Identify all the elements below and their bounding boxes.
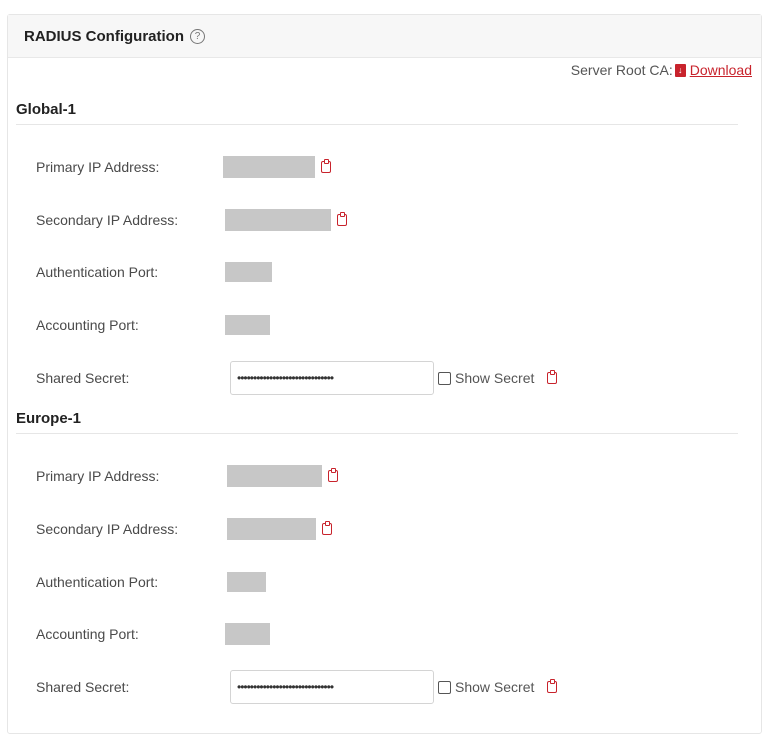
shared-secret-row: Shared Secret: Show Secret — [36, 670, 558, 704]
show-secret-toggle[interactable]: Show Secret — [438, 679, 534, 695]
show-secret-checkbox[interactable] — [438, 371, 451, 385]
shared-secret-input[interactable] — [230, 361, 434, 395]
help-circle-icon[interactable]: ? — [189, 28, 205, 44]
panel-title: RADIUS Configuration — [24, 27, 184, 45]
server-root-ca: Server Root CA: ↓ Download — [571, 62, 752, 78]
primary-ip-value — [223, 156, 315, 178]
secondary-ip-value — [227, 518, 316, 540]
secondary-ip-value — [225, 209, 331, 231]
download-link[interactable]: Download — [690, 62, 752, 78]
primary-ip-row: Primary IP Address: — [36, 464, 338, 488]
primary-ip-value — [227, 465, 322, 487]
shared-secret-label: Shared Secret: — [36, 370, 130, 386]
section-global-1: Global-1 — [16, 101, 738, 125]
copy-clipboard-icon[interactable] — [322, 521, 332, 535]
secondary-ip-label: Secondary IP Address: — [36, 521, 179, 537]
copy-clipboard-icon[interactable] — [321, 159, 331, 173]
copy-clipboard-icon[interactable] — [328, 468, 338, 482]
pdf-file-icon: ↓ — [674, 63, 686, 77]
auth-port-label: Authentication Port: — [36, 264, 159, 280]
primary-ip-label: Primary IP Address: — [36, 468, 160, 484]
shared-secret-label: Shared Secret: — [36, 679, 130, 695]
acct-port-row: Accounting Port: — [36, 313, 270, 337]
shared-secret-row: Shared Secret: Show Secret — [36, 361, 558, 395]
acct-port-label: Accounting Port: — [36, 626, 139, 642]
show-secret-checkbox[interactable] — [438, 680, 451, 694]
panel-header: RADIUS Configuration ? — [8, 15, 761, 58]
shared-secret-input[interactable] — [230, 670, 434, 704]
acct-port-value — [225, 623, 270, 645]
acct-port-label: Accounting Port: — [36, 317, 139, 333]
auth-port-label: Authentication Port: — [36, 574, 159, 590]
copy-clipboard-icon[interactable] — [337, 212, 347, 226]
acct-port-row: Accounting Port: — [36, 622, 270, 646]
show-secret-label: Show Secret — [455, 679, 535, 695]
secondary-ip-row: Secondary IP Address: — [36, 208, 347, 232]
section-title: Global-1 — [16, 101, 738, 125]
copy-clipboard-icon[interactable] — [547, 679, 558, 693]
section-europe-1: Europe-1 — [16, 410, 738, 434]
show-secret-label: Show Secret — [455, 370, 535, 386]
root-ca-label: Server Root CA: — [570, 62, 673, 78]
copy-clipboard-icon[interactable] — [547, 370, 558, 384]
auth-port-row: Authentication Port: — [36, 570, 266, 594]
secondary-ip-label: Secondary IP Address: — [36, 212, 179, 228]
secondary-ip-row: Secondary IP Address: — [36, 517, 332, 541]
auth-port-row: Authentication Port: — [36, 260, 272, 284]
auth-port-value — [227, 572, 266, 592]
primary-ip-label: Primary IP Address: — [36, 159, 160, 175]
show-secret-toggle[interactable]: Show Secret — [438, 370, 534, 386]
acct-port-value — [225, 315, 270, 335]
section-title: Europe-1 — [16, 410, 738, 434]
auth-port-value — [225, 262, 272, 282]
primary-ip-row: Primary IP Address: — [36, 155, 331, 179]
